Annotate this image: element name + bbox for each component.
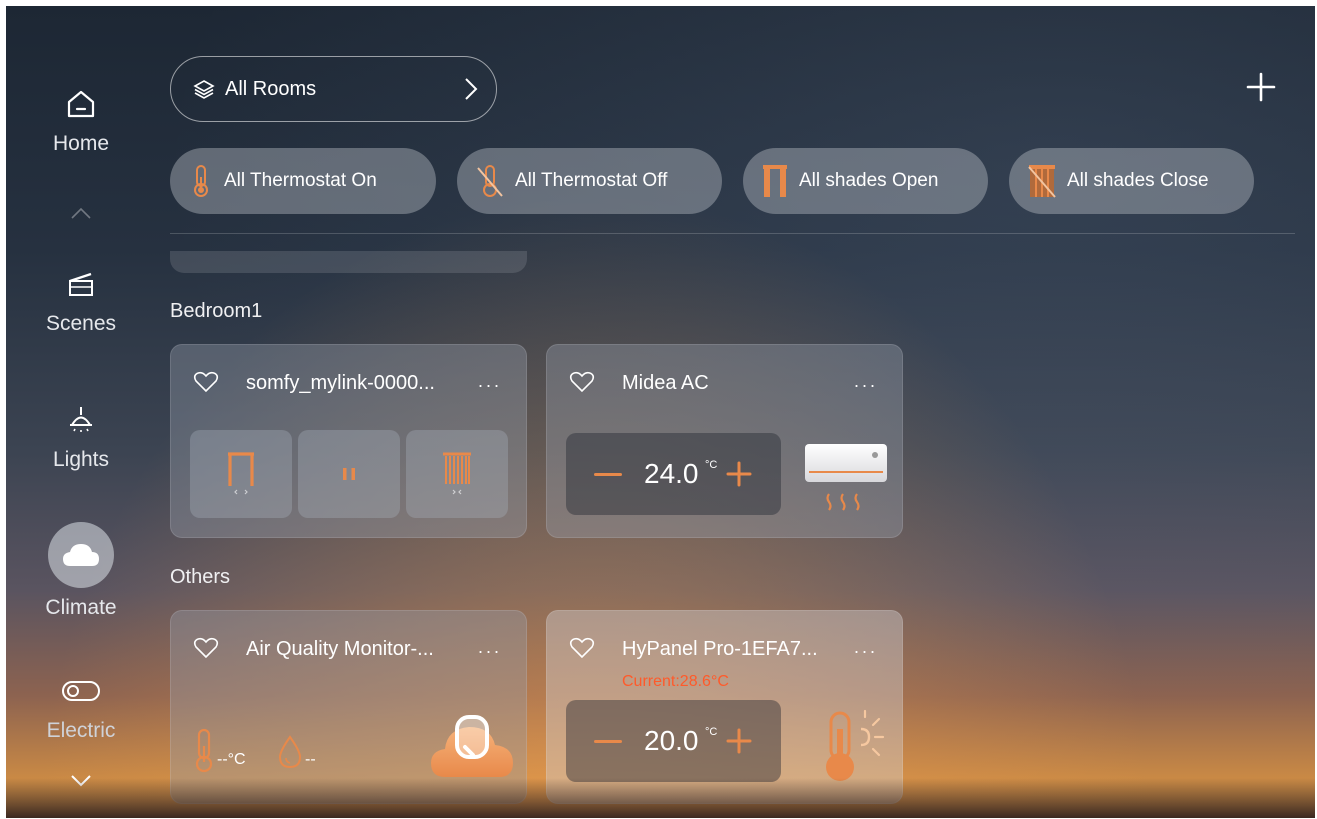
section-title-bedroom1: Bedroom1 [170, 300, 263, 322]
more-options-button[interactable]: ... [854, 637, 878, 658]
shade-open-icon [763, 165, 787, 197]
nav-label-electric: Electric [46, 719, 116, 742]
humidity-drop-icon [278, 735, 302, 769]
nav-item-climate[interactable]: Climate [6, 522, 156, 620]
chevron-down-icon [71, 775, 91, 787]
device-card-somfy[interactable]: somfy_mylink-0000... ... [170, 344, 527, 538]
all-shades-close-label: All shades Close [1067, 170, 1209, 191]
favorite-heart-icon[interactable] [569, 371, 595, 393]
thermometer-icon [195, 728, 213, 773]
nav-item-electric[interactable]: Electric [6, 671, 156, 743]
air-conditioner-icon [805, 444, 887, 511]
sidebar-nav: Home Scenes Lights Climate Electric [6, 6, 156, 818]
thermometer-icon [194, 165, 208, 197]
clapperboard-icon [61, 264, 101, 304]
thermometer-sun-icon [826, 709, 885, 781]
temperature-reading: --°C [217, 751, 246, 768]
device-name: HyPanel Pro-1EFA7... [622, 638, 818, 660]
decrease-temp-button[interactable] [594, 472, 622, 476]
nav-label-home: Home [52, 132, 110, 155]
air-quality-cloud-icon [431, 715, 513, 777]
header-divider [170, 233, 1295, 234]
section-title-others: Others [170, 566, 231, 588]
more-options-button[interactable]: ... [478, 371, 502, 392]
all-shades-open-label: All shades Open [799, 170, 939, 191]
ac-setpoint-control: 24.0 °C [566, 433, 781, 515]
more-options-button[interactable]: ... [478, 637, 502, 658]
toggle-icon [61, 671, 101, 711]
current-temperature: Current:28.6°C [622, 673, 729, 690]
scrolled-card-edge [170, 251, 527, 273]
shade-close-button[interactable] [406, 430, 508, 518]
nav-item-scenes[interactable]: Scenes [6, 264, 156, 336]
chevron-right-icon [465, 78, 478, 100]
device-name: somfy_mylink-0000... [246, 372, 435, 394]
setpoint-value: 20.0 [644, 725, 699, 756]
favorite-heart-icon[interactable] [193, 371, 219, 393]
nav-label-scenes: Scenes [45, 312, 117, 335]
cloud-icon [48, 522, 114, 588]
nav-label-lights: Lights [52, 448, 110, 471]
room-selector-label: All Rooms [225, 77, 317, 100]
setpoint-unit: °C [705, 459, 718, 471]
all-shades-close-button[interactable]: All shades Close [1009, 148, 1254, 214]
favorite-heart-icon[interactable] [569, 637, 595, 659]
ceiling-lamp-icon [61, 400, 101, 440]
setpoint-value: 24.0 [644, 458, 699, 489]
nav-item-lights[interactable]: Lights [6, 400, 156, 472]
device-card-midea-ac[interactable]: Midea AC ... 24.0 °C [546, 344, 903, 538]
more-options-button[interactable]: ... [854, 371, 878, 392]
room-selector[interactable]: All Rooms [170, 56, 497, 122]
all-thermostat-off-label: All Thermostat Off [515, 170, 668, 191]
smart-home-screen: Home Scenes Lights Climate Electric All … [6, 6, 1315, 818]
device-name: Air Quality Monitor-... [246, 638, 434, 660]
add-device-button[interactable] [1246, 72, 1276, 102]
shade-open-icon [228, 452, 254, 495]
shade-open-button[interactable] [190, 430, 292, 518]
device-card-air-quality-monitor[interactable]: Air Quality Monitor-... ... --°C -- [170, 610, 527, 804]
nav-scroll-down[interactable] [6, 774, 156, 788]
nav-item-home[interactable]: Home [6, 84, 156, 156]
home-icon [61, 84, 101, 124]
nav-scroll-up[interactable] [6, 206, 156, 220]
pause-icon [343, 468, 355, 480]
all-thermostat-off-button[interactable]: All Thermostat Off [457, 148, 722, 214]
favorite-heart-icon[interactable] [193, 637, 219, 659]
setpoint-unit: °C [705, 726, 718, 738]
device-card-hypanel-pro[interactable]: HyPanel Pro-1EFA7... ... Current:28.6°C … [546, 610, 903, 804]
thermostat-setpoint-control: 20.0 °C [566, 700, 781, 782]
nav-label-climate: Climate [45, 596, 117, 619]
decrease-temp-button[interactable] [594, 739, 622, 743]
layers-icon [193, 80, 215, 99]
increase-temp-button[interactable] [726, 728, 752, 754]
shade-pause-button[interactable] [298, 430, 400, 518]
increase-temp-button[interactable] [726, 461, 752, 487]
chevron-up-icon [71, 207, 91, 219]
device-name: Midea AC [622, 372, 709, 394]
all-shades-open-button[interactable]: All shades Open [743, 148, 988, 214]
all-thermostat-on-label: All Thermostat On [224, 170, 377, 191]
shade-close-icon [443, 452, 471, 495]
shade-close-icon [1028, 165, 1056, 198]
humidity-reading: -- [305, 751, 316, 768]
thermometer-off-icon [477, 165, 503, 197]
all-thermostat-on-button[interactable]: All Thermostat On [170, 148, 436, 214]
